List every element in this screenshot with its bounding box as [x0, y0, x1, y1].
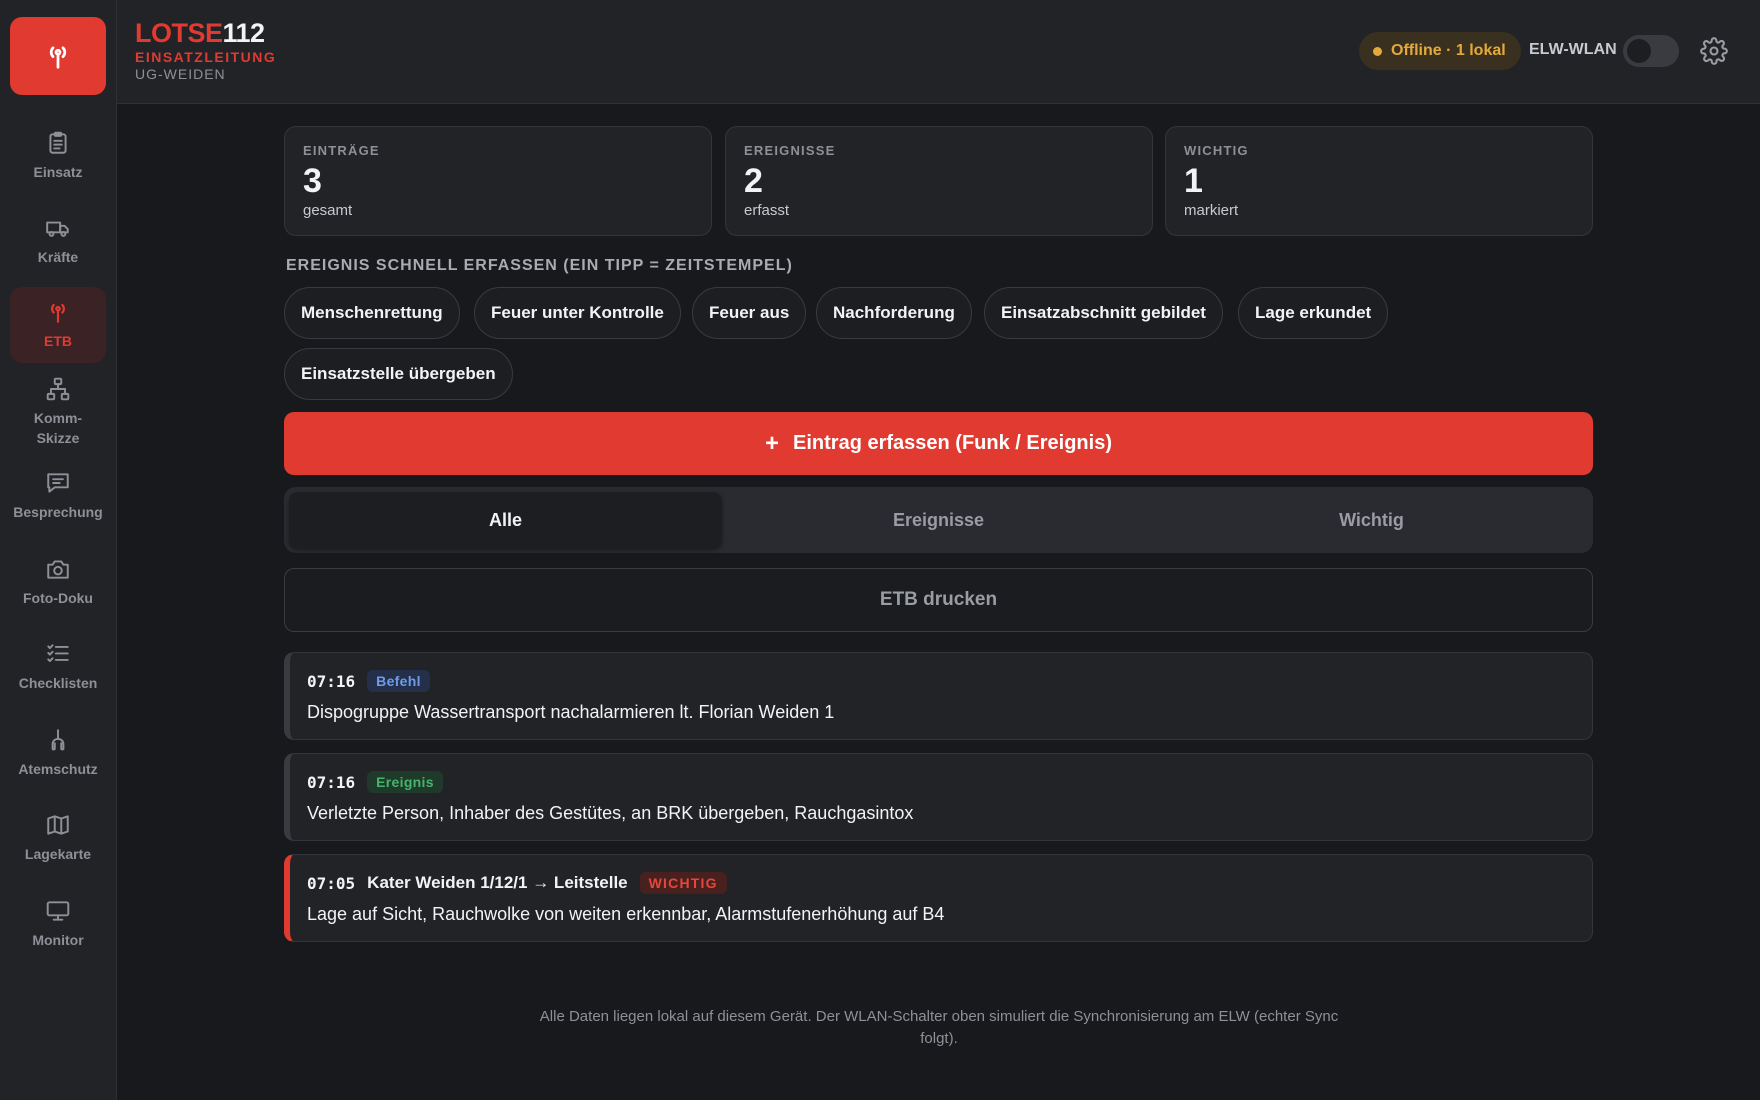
- truck-icon: [46, 221, 69, 237]
- filter-tabs: Alle Ereignisse Wichtig: [284, 487, 1593, 553]
- sidebar-item-atemschutz[interactable]: Atemschutz: [10, 715, 106, 791]
- sync-status-text: Offline · 1 lokal: [1391, 42, 1506, 59]
- tab-wichtig[interactable]: Wichtig: [1155, 492, 1588, 548]
- antenna-icon: [49, 46, 67, 69]
- entry-badge: WICHTIG: [639, 872, 727, 894]
- gear-icon: [1700, 37, 1728, 65]
- stat-sub: erfasst: [744, 202, 790, 219]
- stat-card-events: EREIGNISSE 2 erfasst: [725, 126, 1153, 236]
- chat-icon: [47, 473, 69, 493]
- chip-nachforderung[interactable]: Nachforderung: [816, 287, 972, 339]
- sidebar-item-kraefte[interactable]: Kräfte: [10, 203, 106, 279]
- entry-time: 07:05: [307, 873, 356, 893]
- entry-meta: 07:05 Kater Weiden 1/12/1 → Leitstelle W…: [307, 871, 1574, 895]
- stat-label: WICHTIG: [1184, 143, 1249, 158]
- stat-sub: markiert: [1184, 202, 1239, 219]
- print-etb-button[interactable]: ETB drucken: [284, 568, 1593, 632]
- stat-card-important: WICHTIG 1 markiert: [1165, 126, 1593, 236]
- entry-meta: 07:16 Befehl: [307, 669, 1574, 693]
- map-icon: [47, 815, 69, 835]
- app-logo[interactable]: [10, 17, 106, 95]
- log-entry[interactable]: 07:16 Befehl Dispogruppe Wassertransport…: [284, 652, 1593, 740]
- tab-ereignisse[interactable]: Ereignisse: [722, 492, 1155, 548]
- sidebar-item-lagekarte[interactable]: Lagekarte: [10, 800, 106, 876]
- sidebar-item-monitor[interactable]: Monitor: [10, 886, 106, 962]
- antenna-icon: [51, 303, 65, 323]
- sidebar-item-label: Lagekarte: [24, 846, 92, 862]
- app-title: LOTSE112: [135, 18, 265, 48]
- sidebar-item-label: Monitor: [32, 932, 84, 948]
- entry-time: 07:16: [307, 772, 356, 792]
- breathing-icon: [51, 729, 65, 751]
- toggle-knob: [1627, 39, 1651, 63]
- entry-badge: Ereignis: [367, 771, 443, 793]
- plus-icon: +: [765, 429, 780, 457]
- tab-alle[interactable]: Alle: [289, 492, 722, 548]
- unit-name: UG-WEIDEN: [135, 66, 226, 82]
- sidebar: Einsatz Kräfte ETB Komm- Skizze Besprech…: [0, 0, 117, 1100]
- add-entry-button[interactable]: + Eintrag erfassen (Funk / Ereignis): [284, 412, 1593, 475]
- settings-button[interactable]: [1697, 34, 1731, 68]
- sidebar-item-label: Checklisten: [18, 675, 98, 691]
- sidebar-item-foto-doku[interactable]: Foto-Doku: [10, 544, 106, 620]
- stat-value: 1: [1184, 162, 1203, 200]
- org-chart-icon: [46, 377, 70, 401]
- entry-route: Kater Weiden 1/12/1 → Leitstelle: [367, 873, 628, 892]
- stat-value: 3: [303, 162, 322, 200]
- entry-text: Lage auf Sicht, Rauchwolke von weiten er…: [307, 904, 945, 924]
- sidebar-item-besprechung[interactable]: Besprechung: [10, 458, 106, 534]
- stat-label: EINTRÄGE: [303, 143, 380, 158]
- entry-time: 07:16: [307, 671, 356, 691]
- sidebar-item-label: ETB: [44, 333, 72, 349]
- stat-value: 2: [744, 162, 763, 200]
- sidebar-item-checklisten[interactable]: Checklisten: [10, 629, 106, 705]
- sidebar-item-etb[interactable]: ETB: [10, 287, 106, 363]
- sidebar-item-label: Besprechung: [13, 504, 103, 520]
- wlan-label: ELW-WLAN: [1529, 41, 1617, 58]
- entry-meta: 07:16 Ereignis: [307, 770, 1574, 794]
- quick-capture-heading: EREIGNIS SCHNELL ERFASSEN (EIN TIPP = ZE…: [286, 257, 793, 274]
- chip-feuer-aus[interactable]: Feuer aus: [692, 287, 807, 339]
- stat-card-entries: EINTRÄGE 3 gesamt: [284, 126, 712, 236]
- app-subtitle: EINSATZLEITUNG: [135, 49, 277, 65]
- log-entry[interactable]: 07:16 Ereignis Verletzte Person, Inhaber…: [284, 753, 1593, 841]
- sidebar-item-label: Kräfte: [37, 249, 79, 265]
- sync-status-badge: Offline · 1 lokal: [1359, 32, 1521, 70]
- chip-menschenrettung[interactable]: Menschenrettung: [284, 287, 460, 339]
- wlan-toggle[interactable]: [1623, 35, 1679, 67]
- monitor-icon: [46, 901, 70, 921]
- sidebar-item-label: Einsatz: [33, 164, 83, 180]
- clipboard-icon: [49, 131, 67, 154]
- sidebar-item-label: Atemschutz: [18, 761, 98, 777]
- footer-note: Alle Daten liegen lokal auf diesem Gerät…: [539, 1008, 1339, 1047]
- sidebar-item-label: Komm- Skizze: [33, 410, 83, 446]
- status-dot: [1373, 46, 1382, 56]
- chip-feuer-unter-kontrolle[interactable]: Feuer unter Kontrolle: [474, 287, 681, 339]
- entry-text: Verletzte Person, Inhaber des Gestütes, …: [307, 803, 914, 823]
- brand: LOTSE112 EINSATZLEITUNG UG-WEIDEN: [135, 18, 276, 83]
- entry-badge: Befehl: [367, 670, 430, 692]
- sidebar-item-einsatz[interactable]: Einsatz: [10, 118, 106, 194]
- chip-einsatzabschnitt-gebildet[interactable]: Einsatzabschnitt gebildet: [984, 287, 1223, 339]
- camera-icon: [47, 560, 69, 579]
- sidebar-item-komm-skizze[interactable]: Komm- Skizze: [10, 372, 106, 452]
- chip-lage-erkundet[interactable]: Lage erkundet: [1238, 287, 1389, 339]
- sidebar-item-label: Foto-Doku: [23, 590, 93, 606]
- stat-sub: gesamt: [303, 202, 353, 219]
- top-header: LOTSE112 EINSATZLEITUNG UG-WEIDEN Offlin…: [117, 0, 1760, 104]
- log-entry[interactable]: 07:05 Kater Weiden 1/12/1 → Leitstelle W…: [284, 854, 1593, 942]
- checklist-icon: [47, 644, 69, 663]
- chip-einsatzstelle-uebergeben[interactable]: Einsatzstelle übergeben: [284, 348, 513, 400]
- entry-text: Dispogruppe Wassertransport nachalarmier…: [307, 702, 835, 722]
- add-entry-label: Eintrag erfassen (Funk / Ereignis): [793, 432, 1112, 454]
- stat-label: EREIGNISSE: [744, 143, 836, 158]
